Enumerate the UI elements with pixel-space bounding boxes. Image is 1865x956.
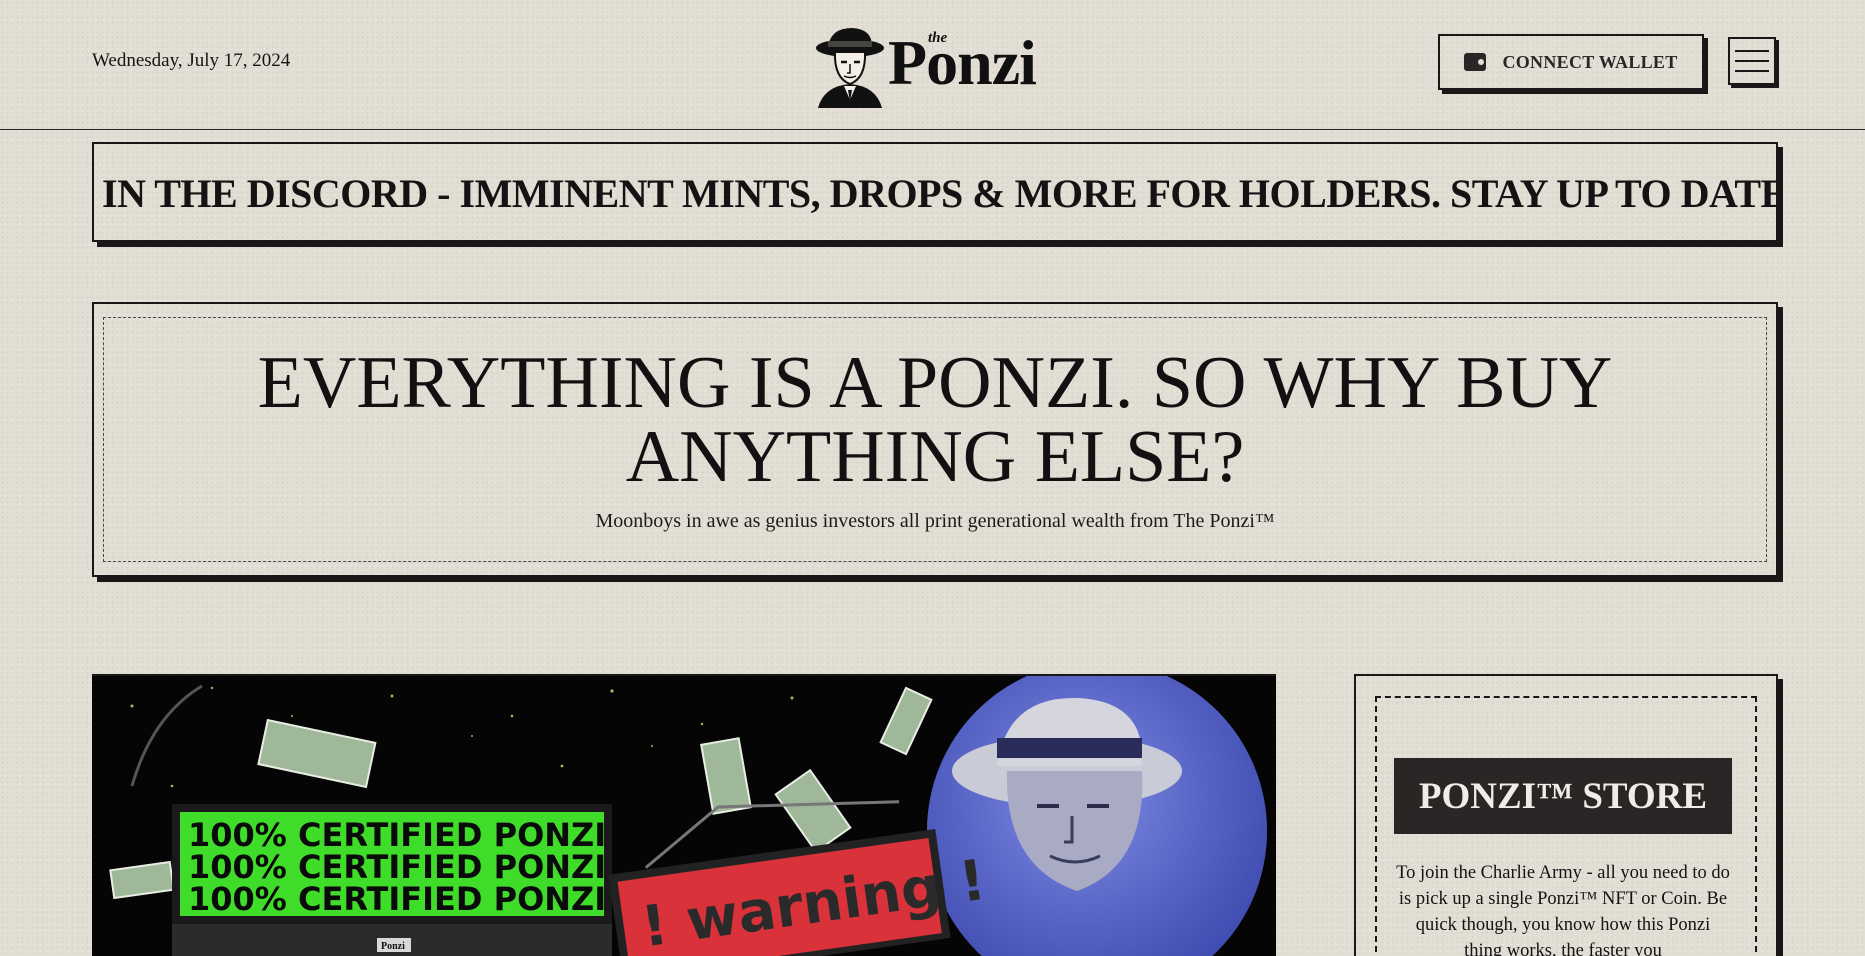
store-title[interactable]: PONZI™ STORE — [1394, 758, 1732, 834]
hamburger-line — [1735, 70, 1769, 72]
ticker-text: IN THE DISCORD - IMMINENT MINTS, DROPS &… — [102, 171, 1778, 216]
current-date: Wednesday, July 17, 2024 — [92, 50, 291, 71]
charles-ponzi-portrait-icon — [816, 28, 884, 108]
hamburger-line — [1735, 60, 1769, 62]
hero-inner-frame: EVERYTHING IS A PONZI. SO WHY BUY ANYTHI… — [103, 317, 1767, 562]
store-inner-frame: PONZI™ STORE To join the Charlie Army - … — [1375, 696, 1757, 956]
site-logo[interactable]: the Ponzi — [810, 26, 1055, 108]
logo-wordmark: Ponzi — [888, 27, 1037, 98]
connect-wallet-label: CONNECT WALLET — [1502, 51, 1678, 72]
store-panel: PONZI™ STORE To join the Charlie Army - … — [1354, 674, 1778, 956]
ponzi-moon-collage-image: 100% CERTIFIED PONZI 100% CERTIFIED PONZ… — [109, 676, 1267, 956]
news-ticker: IN THE DISCORD - IMMINENT MINTS, DROPS &… — [92, 142, 1778, 242]
connect-wallet-button[interactable]: CONNECT WALLET — [1438, 34, 1704, 90]
small-ponzi-sign: Ponzi — [381, 941, 405, 952]
feature-image: 100% CERTIFIED PONZI 100% CERTIFIED PONZ… — [92, 674, 1276, 956]
hamburger-line — [1735, 50, 1769, 52]
wallet-icon — [1464, 53, 1487, 71]
hero-banner: EVERYTHING IS A PONZI. SO WHY BUY ANYTHI… — [92, 302, 1778, 577]
hero-headline: EVERYTHING IS A PONZI. SO WHY BUY ANYTHI… — [257, 342, 1613, 498]
hamburger-menu-button[interactable] — [1728, 37, 1776, 85]
billboard-line-3: 100% CERTIFIED PONZI — [188, 880, 606, 918]
store-description: To join the Charlie Army - all you need … — [1396, 863, 1730, 956]
site-header: Wednesday, July 17, 2024 the Ponzi CONNE… — [0, 0, 1865, 130]
hero-subheadline: Moonboys in awe as genius investors all … — [595, 510, 1275, 532]
